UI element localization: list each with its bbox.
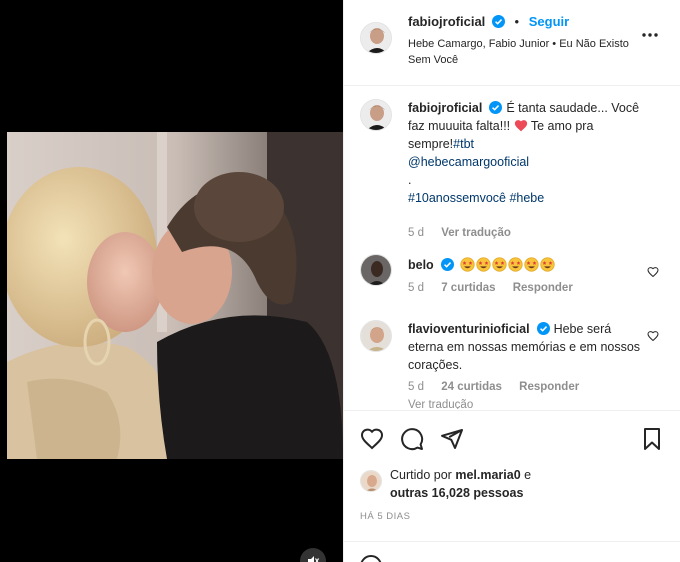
commenter-avatar[interactable]: [360, 254, 392, 286]
liker-username[interactable]: mel.maria0: [455, 468, 520, 482]
post-media[interactable]: [0, 0, 343, 562]
star-struck-emoji-icon: [476, 257, 491, 272]
add-comment-bar[interactable]: [344, 541, 680, 562]
verified-badge-icon: [536, 322, 550, 335]
comment-meta: 5 d 7 curtidas Responder: [408, 282, 587, 294]
comment-like-heart-icon[interactable]: [647, 330, 659, 342]
commenter-avatar[interactable]: [360, 320, 392, 352]
comment-likes[interactable]: 24 curtidas: [441, 381, 502, 393]
comment-like-heart-icon[interactable]: [647, 266, 659, 278]
likes-mid: e: [524, 468, 532, 482]
red-heart-icon: [514, 120, 527, 132]
comment-likes[interactable]: 7 curtidas: [441, 282, 495, 294]
comment-icon[interactable]: [400, 427, 424, 451]
post-header: fabiojroficial • Seguir Hebe Camargo, Fa…: [344, 0, 680, 86]
comments-list[interactable]: fabiojroficial É tanta saudade... Você fa…: [344, 87, 680, 409]
mention-link[interactable]: @hebecamargooficial: [408, 155, 529, 169]
post-timestamp[interactable]: HÁ 5 DIAS: [360, 511, 410, 522]
follow-button[interactable]: Seguir: [529, 14, 569, 29]
comment-meta: 5 d 24 curtidas Responder: [408, 381, 593, 393]
star-struck-emoji-icon: [540, 257, 555, 272]
avatar-portrait-icon: [361, 23, 391, 53]
hashtags-link[interactable]: #10anossemvocê #hebe: [408, 191, 544, 205]
avatar-portrait-icon: [361, 321, 391, 351]
post-actions: Curtido por mel.maria0 e outras 16,028 p…: [344, 410, 680, 562]
audio-track-link[interactable]: Hebe Camargo, Fabio Junior • Eu Não Exis…: [408, 36, 638, 68]
caption-meta: 5 d Ver tradução: [408, 227, 525, 239]
header-line: fabiojroficial • Seguir: [408, 14, 569, 29]
author-avatar[interactable]: [360, 22, 392, 54]
comment-text: flavioventurinioficial Hebe será eterna e…: [408, 320, 646, 374]
liker-avatar[interactable]: [360, 470, 382, 492]
reply-button[interactable]: Responder: [513, 282, 573, 294]
caption-time: 5 d: [408, 227, 424, 239]
separator-dot: •: [514, 14, 520, 29]
star-struck-emoji-icon: [508, 257, 523, 272]
caption-dot: .: [408, 173, 412, 187]
mute-icon: [308, 556, 319, 562]
commenter-username[interactable]: belo: [408, 258, 434, 272]
heart-icon[interactable]: [360, 427, 384, 451]
avatar-portrait-icon: [361, 100, 391, 130]
caption-author-avatar[interactable]: [360, 99, 392, 131]
share-icon[interactable]: [440, 427, 464, 451]
verified-badge-icon: [440, 258, 454, 271]
likes-text: Curtido por mel.maria0 e outras 16,028 p…: [390, 466, 650, 502]
more-options-icon[interactable]: [641, 32, 659, 38]
avatar-portrait-icon: [361, 471, 381, 491]
post-photo[interactable]: [7, 132, 343, 459]
verified-badge-icon: [491, 15, 505, 28]
reply-button[interactable]: Responder: [519, 381, 579, 393]
likes-others[interactable]: outras 16,028 pessoas: [390, 486, 523, 500]
avatar-portrait-icon: [361, 255, 391, 285]
mute-button[interactable]: [300, 548, 326, 562]
star-struck-emoji-icon: [524, 257, 539, 272]
post-details-panel: fabiojroficial • Seguir Hebe Camargo, Fa…: [343, 0, 680, 562]
comment-time: 5 d: [408, 381, 424, 393]
comment-translate[interactable]: Ver tradução: [408, 399, 473, 409]
caption-translate[interactable]: Ver tradução: [441, 227, 511, 239]
bookmark-icon[interactable]: [640, 427, 664, 451]
caption-author-username[interactable]: fabiojroficial: [408, 101, 482, 115]
hashtag-tbt[interactable]: #tbt: [453, 137, 474, 151]
emoji-picker-icon[interactable]: [360, 555, 382, 562]
likes-prefix: Curtido por: [390, 468, 452, 482]
star-struck-emoji-row: [460, 257, 556, 272]
author-username[interactable]: fabiojroficial: [408, 14, 485, 29]
verified-badge-icon: [489, 101, 503, 114]
photo-illustration: [7, 132, 343, 459]
star-struck-emoji-icon: [460, 257, 475, 272]
commenter-username[interactable]: flavioventurinioficial: [408, 322, 530, 336]
star-struck-emoji-icon: [492, 257, 507, 272]
comment-text: belo: [408, 256, 646, 274]
comment-time: 5 d: [408, 282, 424, 294]
caption-text: fabiojroficial É tanta saudade... Você fa…: [408, 99, 646, 207]
